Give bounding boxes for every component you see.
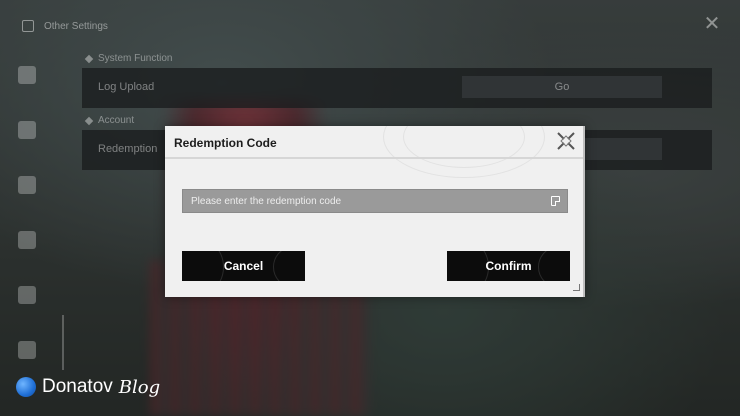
section-system-function: System Function [84,53,173,64]
gamepad-icon[interactable] [18,231,36,249]
watermark-brand: Donatov [42,376,113,397]
inbox-icon[interactable] [18,121,36,139]
music-icon[interactable] [18,66,36,84]
settings-sidebar [18,66,42,396]
redemption-code-field[interactable] [182,189,568,213]
dialog-title: Redemption Code [174,136,277,150]
section-account: Account [84,115,135,126]
paste-icon[interactable] [551,196,560,206]
donatov-logo-icon [16,377,36,397]
button-decoration [273,251,305,281]
button-decoration [182,251,224,281]
section-title: Account [98,115,135,126]
title-divider [165,157,585,159]
cancel-button[interactable]: Cancel [182,251,305,281]
cancel-label: Cancel [223,259,264,273]
row-label: Redemption [98,143,158,155]
redemption-code-dialog: Redemption Code Cancel Confirm [165,126,585,297]
confirm-button[interactable]: Confirm [447,251,570,281]
close-x-icon[interactable]: ✕ [702,14,722,34]
close-icon[interactable] [555,130,577,152]
confirm-label: Confirm [485,259,532,273]
lock-icon[interactable] [18,341,36,359]
log-upload-row: Log Upload Go [82,68,712,108]
shield-icon[interactable] [18,176,36,194]
row-label: Log Upload [98,81,155,93]
settings-icon [22,20,34,32]
watermark-suffix: Blog [118,376,161,398]
settings-title: Other Settings [44,20,108,32]
log-upload-go-button[interactable]: Go [462,76,662,98]
sidebar-scrollbar[interactable] [62,315,64,370]
settings-header: Other Settings [22,20,108,32]
keyboard-icon[interactable] [18,286,36,304]
diamond-bullet-icon [84,54,94,63]
redemption-code-input[interactable] [183,190,551,212]
watermark: Donatov Blog [16,376,160,398]
diamond-bullet-icon [84,116,94,125]
button-decoration [447,251,489,281]
button-decoration [538,251,570,281]
dialog-edge-accent [583,126,585,297]
section-title: System Function [98,53,173,64]
corner-mark [573,284,580,291]
